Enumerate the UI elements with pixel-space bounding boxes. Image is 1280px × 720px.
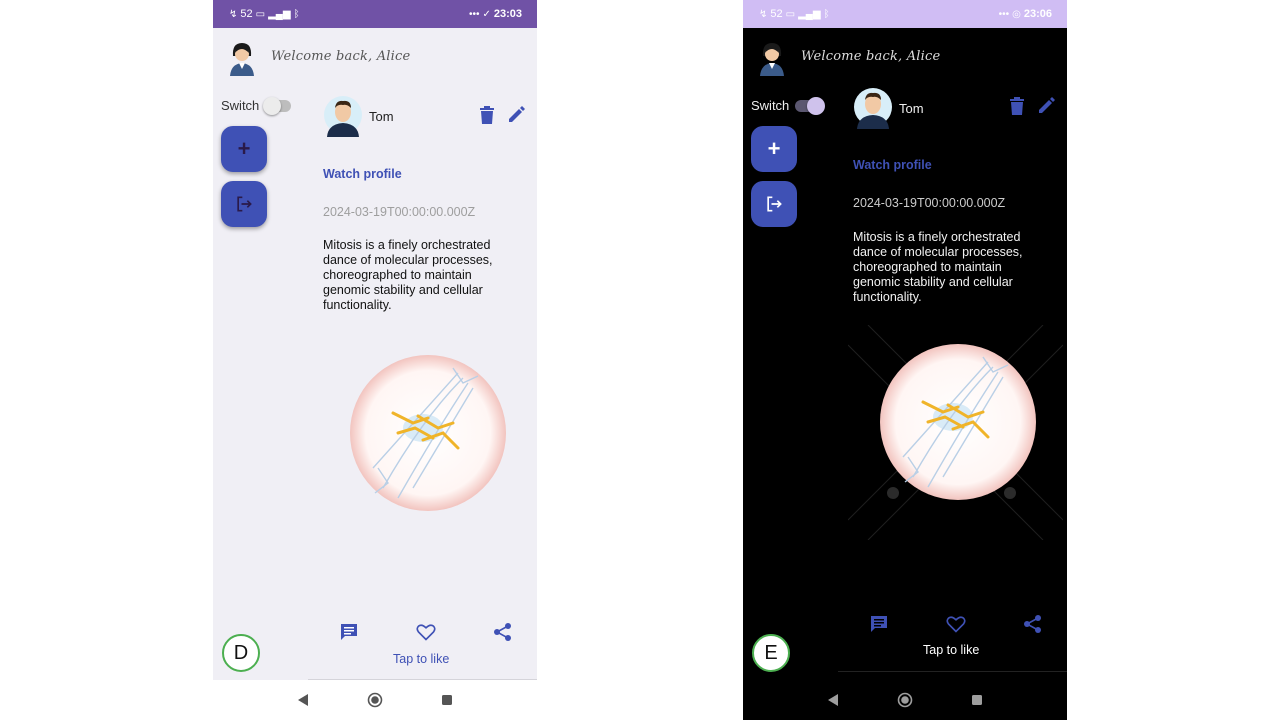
- screen-label-badge: D: [222, 634, 260, 672]
- back-button[interactable]: [822, 689, 844, 711]
- signal-icon: ↯: [229, 8, 238, 20]
- theme-toggle[interactable]: [795, 96, 826, 115]
- share-icon[interactable]: [493, 622, 513, 642]
- status-signal-text: 52: [770, 8, 783, 20]
- switch-label: Switch: [221, 98, 260, 113]
- battery-icon: ▭: [785, 8, 796, 20]
- comment-icon[interactable]: [339, 622, 359, 642]
- add-icon: +: [237, 136, 251, 161]
- bluetooth-icon: ᛒ: [823, 8, 830, 20]
- post-bottom-actions: [869, 614, 1043, 634]
- post-image[interactable]: [343, 348, 513, 518]
- delete-icon[interactable]: [1009, 97, 1025, 115]
- post-author[interactable]: Tom: [323, 95, 394, 137]
- status-bar: ↯ 52 ▭ ▂▄▆ ᛒ ••• ✓ 23:03: [213, 0, 537, 28]
- signal-icon: ↯: [759, 8, 768, 20]
- logout-icon: [237, 196, 252, 212]
- theme-toggle[interactable]: [263, 96, 292, 115]
- heart-icon[interactable]: [946, 614, 966, 634]
- logout-icon: [767, 196, 782, 212]
- navigation-bar: [213, 680, 537, 720]
- author-name: Tom: [899, 100, 924, 116]
- delete-icon[interactable]: [479, 106, 495, 124]
- recents-icon: [442, 695, 452, 705]
- recents-button[interactable]: [966, 689, 988, 711]
- post-body: Mitosis is a finely orchestrated dance o…: [853, 230, 1023, 304]
- watch-profile-link[interactable]: Watch profile: [323, 167, 402, 181]
- post-body: Mitosis is a finely orchestrated dance o…: [323, 238, 493, 312]
- back-button[interactable]: [292, 689, 314, 711]
- comment-icon[interactable]: [869, 614, 889, 634]
- add-button[interactable]: +: [221, 126, 267, 172]
- user-avatar-icon: [760, 43, 784, 76]
- switch-row: Switch: [221, 96, 292, 115]
- logout-button[interactable]: [751, 181, 797, 227]
- recents-button[interactable]: [436, 689, 458, 711]
- author-name: Tom: [369, 108, 394, 124]
- more-icon: •••: [468, 8, 480, 20]
- battery-icon: ▭: [255, 8, 266, 20]
- logout-button[interactable]: [221, 181, 267, 227]
- welcome-text: Welcome back, Alice: [271, 49, 411, 64]
- tap-to-like-label[interactable]: Tap to like: [923, 643, 979, 657]
- status-time: 23:06: [1023, 8, 1052, 20]
- more-icon: •••: [998, 8, 1010, 20]
- welcome-text: Welcome back, Alice: [801, 49, 941, 64]
- status-signal-text: 52: [240, 8, 253, 20]
- bluetooth-icon: ᛒ: [293, 8, 300, 20]
- add-icon: +: [767, 136, 781, 161]
- add-button[interactable]: +: [751, 126, 797, 172]
- tap-to-like-label[interactable]: Tap to like: [393, 652, 449, 666]
- whatsapp-icon: ◎: [1012, 8, 1021, 20]
- author-avatar-icon: [324, 96, 362, 137]
- screen-label-badge: E: [752, 634, 790, 672]
- switch-label: Switch: [751, 98, 790, 113]
- divider: [838, 671, 1067, 672]
- recents-icon: [972, 695, 982, 705]
- author-avatar-icon: [854, 88, 892, 129]
- network-icon: ▂▄▆: [798, 8, 821, 20]
- phone-screen-dark: ↯ 52 ▭ ▂▄▆ ᛒ ••• ◎ 23:06 Welcome back, A…: [743, 0, 1067, 720]
- post-author[interactable]: Tom: [853, 87, 924, 129]
- heart-icon[interactable]: [416, 622, 436, 642]
- back-icon: [298, 694, 308, 706]
- post-actions: [1009, 97, 1055, 115]
- status-time: 23:03: [493, 8, 522, 20]
- post-image[interactable]: [848, 325, 1063, 540]
- post-date: 2024-03-19T00:00:00.000Z: [323, 205, 476, 219]
- post-bottom-actions: [339, 622, 513, 642]
- post-date: 2024-03-19T00:00:00.000Z: [853, 196, 1006, 210]
- check-icon: ✓: [482, 8, 491, 20]
- home-button[interactable]: [894, 689, 916, 711]
- edit-icon[interactable]: [507, 106, 525, 124]
- app-header: Welcome back, Alice: [743, 28, 1067, 84]
- back-icon: [828, 694, 838, 706]
- home-icon: [367, 692, 383, 708]
- app-header: Welcome back, Alice: [213, 28, 537, 84]
- switch-row: Switch: [751, 96, 826, 115]
- home-button[interactable]: [364, 689, 386, 711]
- post-actions: [479, 106, 525, 124]
- status-bar: ↯ 52 ▭ ▂▄▆ ᛒ ••• ◎ 23:06: [743, 0, 1067, 28]
- navigation-bar: [743, 680, 1067, 720]
- home-icon: [897, 692, 913, 708]
- network-icon: ▂▄▆: [268, 8, 291, 20]
- watch-profile-link[interactable]: Watch profile: [853, 158, 932, 172]
- phone-screen-light: ↯ 52 ▭ ▂▄▆ ᛒ ••• ✓ 23:03 Welcome back, A…: [213, 0, 537, 720]
- share-icon[interactable]: [1023, 614, 1043, 634]
- edit-icon[interactable]: [1037, 97, 1055, 115]
- user-avatar-icon: [230, 43, 254, 76]
